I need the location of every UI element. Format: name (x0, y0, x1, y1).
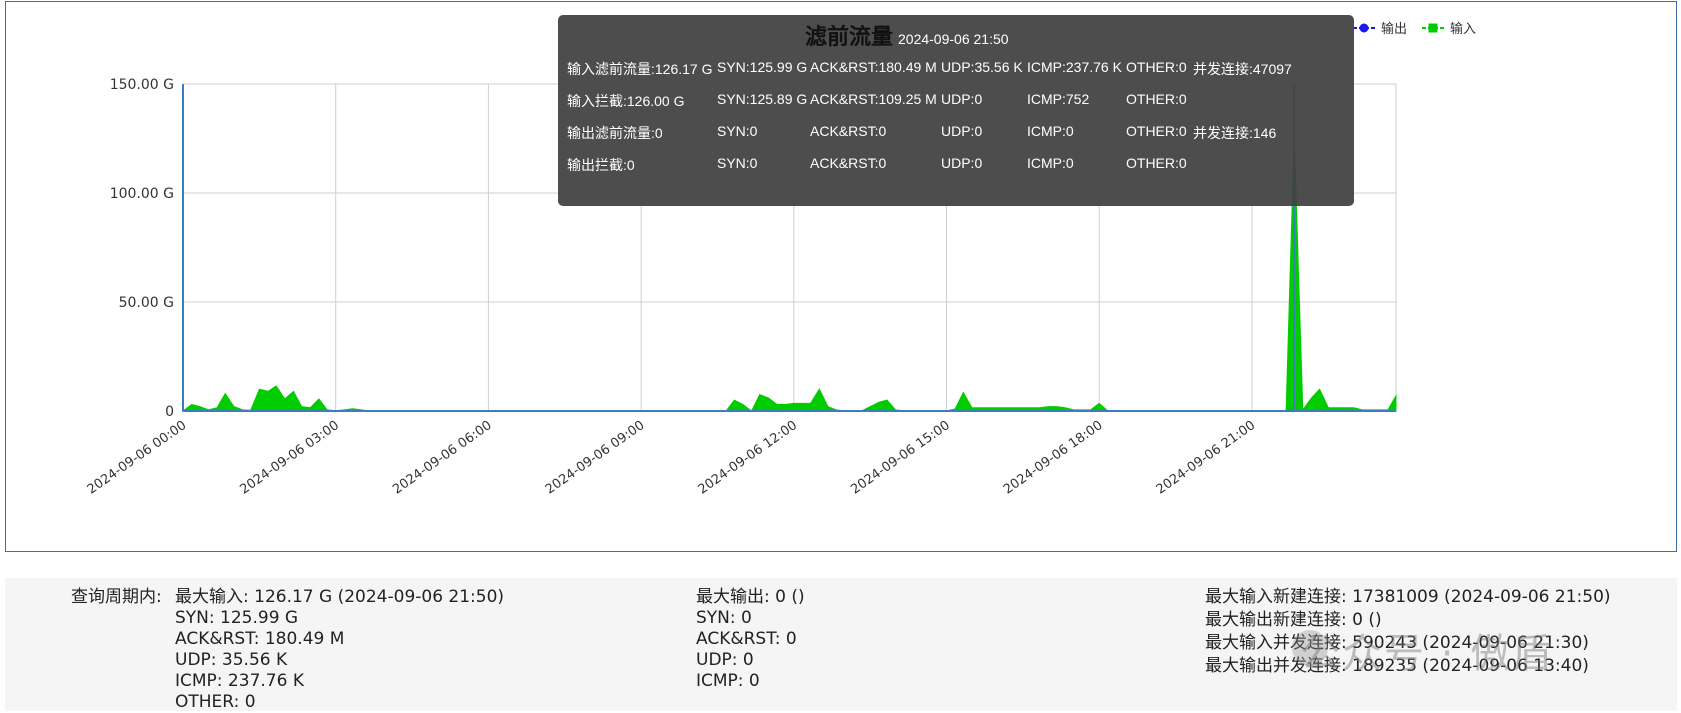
legend-label: 输入 (1450, 21, 1476, 37)
legend-marker (1359, 23, 1369, 33)
tooltip-cell: 输入拦截:126.00 G (567, 93, 685, 109)
y-tick-label: 0 (165, 404, 174, 420)
stat-input-icmp: ICMP: 237.76 K (175, 671, 304, 691)
tooltip-cell: 并发连接:47097 (1193, 61, 1292, 77)
tooltip-cell: SYN:0 (717, 155, 758, 171)
tooltip-cell: OTHER:0 (1126, 59, 1187, 75)
x-tick-label: 2024-09-06 09:00 (543, 418, 648, 497)
tooltip-cell: UDP:0 (941, 123, 983, 139)
stat-output-ack: ACK&RST: 0 (696, 629, 797, 649)
tooltip-cell: SYN:0 (717, 123, 758, 139)
x-tick-label: 2024-09-06 03:00 (237, 418, 342, 497)
y-tick-label: 50.00 G (119, 295, 174, 311)
tooltip-cell: OTHER:0 (1126, 155, 1187, 171)
stat-input-ack: ACK&RST: 180.49 M (175, 629, 345, 649)
legend-marker (1428, 23, 1438, 33)
stat-input-udp: UDP: 35.56 K (175, 650, 288, 670)
tooltip-cell: UDP:35.56 K (941, 59, 1023, 75)
stat-output-udp: UDP: 0 (696, 650, 754, 670)
stat-max-output: 最大输出: 0 () (696, 587, 805, 607)
y-tick-label: 100.00 G (110, 186, 174, 202)
tooltip-cell: ACK&RST:180.49 M (810, 59, 937, 75)
tooltip-time: 2024-09-06 21:50 (898, 31, 1009, 47)
period-label: 查询周期内: (71, 587, 162, 607)
tooltip-cell: 并发连接:146 (1193, 125, 1277, 141)
x-tick-label: 2024-09-06 15:00 (848, 418, 953, 497)
watermark: 公众号 · 傲盾 (1300, 631, 1555, 677)
x-tick-label: 2024-09-06 18:00 (1001, 418, 1106, 497)
tooltip-cell: UDP:0 (941, 91, 983, 107)
tooltip-cell: 输出拦截:0 (567, 157, 635, 173)
tooltip-cell: UDP:0 (941, 155, 983, 171)
stat-input-other: OTHER: 0 (175, 692, 256, 712)
stat-max-input: 最大输入: 126.17 G (2024-09-06 21:50) (175, 587, 505, 607)
y-tick-labels: 0 50.00 G 100.00 G 150.00 G (110, 77, 174, 420)
x-tick-label: 2024-09-06 06:00 (390, 418, 495, 497)
x-tick-labels: 2024-09-06 00:00 2024-09-06 03:00 2024-09-… (85, 418, 1259, 497)
tooltip-cell: ICMP:237.76 K (1027, 59, 1122, 75)
x-tick-label: 2024-09-06 00:00 (85, 418, 190, 497)
legend[interactable]: 输出 输入 (1353, 21, 1476, 37)
tooltip-cell: OTHER:0 (1126, 91, 1187, 107)
tooltip-cell: ACK&RST:0 (810, 155, 887, 171)
tooltip-cell: SYN:125.89 G (717, 91, 808, 107)
legend-label: 输出 (1381, 21, 1407, 37)
stat-input-syn: SYN: 125.99 G (175, 608, 299, 628)
tooltip-cell: OTHER:0 (1126, 123, 1187, 139)
x-tick-label: 2024-09-06 12:00 (696, 418, 801, 497)
tooltip-cell: ICMP:0 (1027, 155, 1074, 171)
stat-output-syn: SYN: 0 (696, 608, 752, 628)
tooltip-cell: 输入滤前流量:126.17 G (567, 61, 713, 77)
x-tick-label: 2024-09-06 21:00 (1154, 418, 1259, 497)
tooltip-cell: ICMP:0 (1027, 123, 1074, 139)
tooltip-cell: 输出滤前流量:0 (567, 125, 663, 141)
chart-tooltip: 滤前流量 2024-09-06 21:50 输入滤前流量:126.17 G SYN… (558, 15, 1354, 206)
tooltip-cell: ACK&RST:0 (810, 123, 887, 139)
tooltip-cell: SYN:125.99 G (717, 59, 808, 75)
y-tick-label: 150.00 G (110, 77, 174, 93)
stat-output-icmp: ICMP: 0 (696, 671, 760, 691)
tooltip-cell: ACK&RST:109.25 M (810, 91, 937, 107)
chart-panel: 0 50.00 G 100.00 G 150.00 G 2024-09-06 00:0… (5, 1, 1677, 552)
stat-max-input-new-conn: 最大输入新建连接: 17381009 (2024-09-06 21:50) (1205, 587, 1611, 607)
chart-title: 滤前流量 (805, 25, 894, 50)
tooltip-cell: ICMP:752 (1027, 91, 1090, 107)
